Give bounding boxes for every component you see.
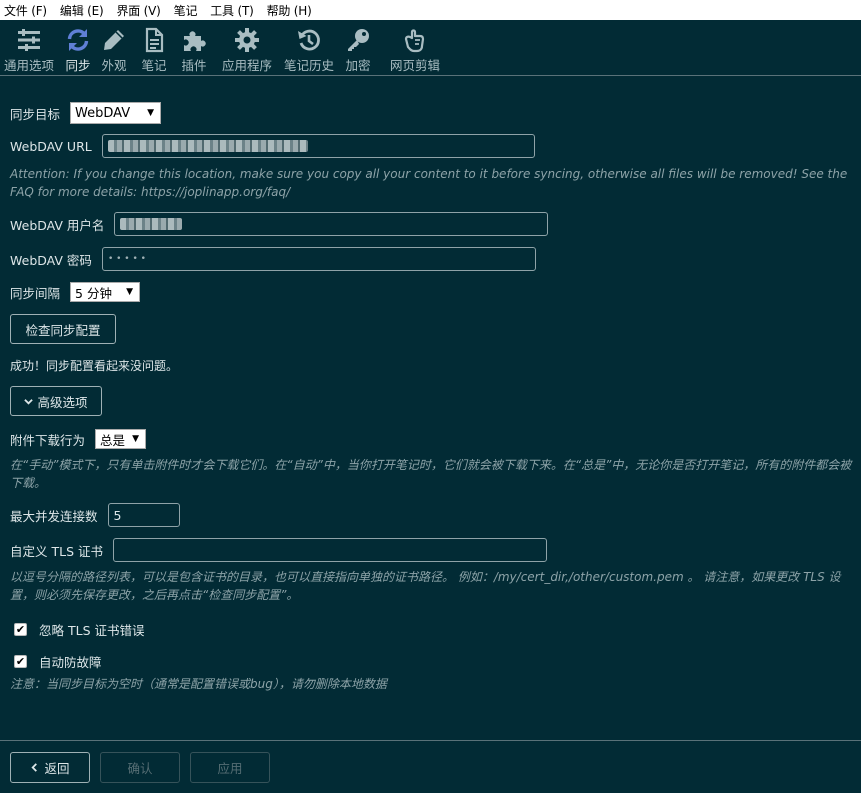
tab-note-label: 笔记 [141,58,167,73]
gear-icon [235,28,260,52]
tab-web-clipper-label: 网页剪辑 [390,58,441,73]
webdav-url-row: WebDAV URL [10,134,535,158]
tab-encryption[interactable]: 加密 [345,20,371,74]
check-result-row: 成功！同步配置看起来没问题。 [10,357,178,374]
puzzle-icon [184,31,206,51]
advanced-options-label: 高级选项 [37,394,88,410]
sync-interval-label: 同步间隔 [10,285,61,301]
webdav-username-row: WebDAV 用户名 [10,212,549,236]
menu-note[interactable]: 笔记 [174,2,198,19]
key-icon [348,29,370,51]
sync-icon [67,29,89,51]
max-connections-value: 5 [113,507,122,523]
sync-target-attention: Attention: If you change this location, … [10,167,848,199]
check-sync-row: 检查同步配置 [10,314,116,344]
sync-check-result: 成功！同步配置看起来没问题。 [10,359,179,373]
webdav-password-label: WebDAV 密码 [10,252,92,268]
tab-appearance-label: 外观 [101,58,127,73]
redacted-username [120,218,183,230]
ok-button[interactable]: 确认 [100,752,180,783]
back-label: 返回 [44,761,70,776]
webdav-username-input[interactable] [114,212,549,236]
custom-tls-hint: 以逗号分隔的路径列表，可以是包含证书的目录，也可以直接指向单独的证书路径。 例如… [10,570,841,602]
custom-tls-input[interactable] [112,538,547,562]
tab-appearance[interactable]: 外观 [101,20,127,74]
attachment-download-label: 附件下载行为 [10,432,86,448]
menu-edit[interactable]: 编辑 (E) [60,2,104,19]
max-connections-row: 最大并发连接数 5 [10,503,180,527]
menu-help[interactable]: 帮助 (H) [267,2,312,19]
tab-note-history[interactable]: 笔记历史 [284,20,334,74]
failsafe-hint: 注意：当同步目标为空时（通常是配置错误或bug），请勿删除本地数据 [10,677,387,691]
back-button[interactable]: 返回 [10,752,90,783]
menu-tools[interactable]: 工具 (T) [210,2,254,19]
ignore-tls-checkbox[interactable]: ✔ [14,623,27,636]
chevron-down-icon: ▼ [147,108,155,118]
webdav-url-label: WebDAV URL [10,138,92,154]
sync-interval-value: 5 分钟 [75,285,112,301]
attachment-download-value: 总是 [100,432,126,448]
tab-note[interactable]: 笔记 [141,20,167,74]
chevron-down-icon: ▼ [126,287,134,297]
max-connections-input[interactable]: 5 [107,503,180,527]
ignore-tls-row: ✔ 忽略 TLS 证书错误 [14,620,144,639]
webdav-password-input[interactable]: • • • • • [101,247,536,271]
custom-tls-label: 自定义 TLS 证书 [10,543,103,559]
pencil-icon [104,30,125,50]
sync-interval-row: 同步间隔 5 分钟 ▼ [10,282,141,302]
chevron-left-icon [31,763,38,772]
redacted-url [107,140,308,152]
apply-button[interactable]: 应用 [190,752,270,783]
hand-icon [404,29,425,53]
history-icon [298,29,320,51]
webdav-password-row: WebDAV 密码 • • • • • [10,247,536,271]
tab-plugins[interactable]: 插件 [181,20,207,74]
sync-target-value: WebDAV [75,105,131,121]
menu-view[interactable]: 界面 (V) [116,2,160,19]
advanced-row: 高级选项 [10,386,102,416]
footer-bar: 返回 确认 应用 [0,740,861,793]
sync-target-select[interactable]: WebDAV ▼ [70,102,162,124]
chevron-down-icon [24,398,34,405]
tab-sync-label: 同步 [65,58,91,73]
attachment-download-select[interactable]: 总是 ▼ [95,429,147,449]
tab-application[interactable]: 应用程序 [222,20,272,74]
tab-web-clipper[interactable]: 网页剪辑 [390,20,440,74]
tab-general-label: 通用选项 [4,58,55,73]
tab-application-label: 应用程序 [222,58,273,73]
tab-plugins-label: 插件 [181,58,207,73]
tab-sync[interactable]: 同步 [65,20,91,74]
webdav-url-input[interactable] [101,134,535,158]
sliders-icon [18,29,40,51]
document-icon [145,27,164,53]
max-connections-label: 最大并发连接数 [10,508,98,524]
sync-target-row: 同步目标 WebDAV ▼ [10,102,162,124]
chevron-down-icon: ▼ [132,434,140,444]
attachment-download-hint: 在“手动”模式下，只有单击附件时才会下载它们。在“自动”中，当你打开笔记时，它们… [10,458,852,490]
sync-target-label: 同步目标 [10,106,61,122]
ignore-tls-label: 忽略 TLS 证书错误 [39,623,145,638]
failsafe-label: 自动防故障 [39,655,102,670]
attachment-download-row: 附件下载行为 总是 ▼ [10,429,147,449]
tab-general[interactable]: 通用选项 [4,20,54,74]
tab-note-history-label: 笔记历史 [284,58,335,73]
webdav-username-label: WebDAV 用户名 [10,217,105,233]
menu-file[interactable]: 文件 (F) [4,2,47,19]
menu-bar: 文件 (F) 编辑 (E) 界面 (V) 笔记 工具 (T) 帮助 (H) [0,0,861,20]
advanced-options-button[interactable]: 高级选项 [10,386,102,416]
failsafe-checkbox[interactable]: ✔ [14,655,27,668]
failsafe-row: ✔ 自动防故障 [14,652,102,671]
sync-interval-select[interactable]: 5 分钟 ▼ [70,282,141,302]
custom-tls-row: 自定义 TLS 证书 [10,538,547,562]
tab-encryption-label: 加密 [345,58,371,73]
password-mask: • • • • • [107,254,146,264]
settings-toolbar: 通用选项 同步 外观 笔记 插件 应用程序 笔记历史 加密 网页剪辑 [0,20,861,76]
check-sync-config-button[interactable]: 检查同步配置 [10,314,116,344]
